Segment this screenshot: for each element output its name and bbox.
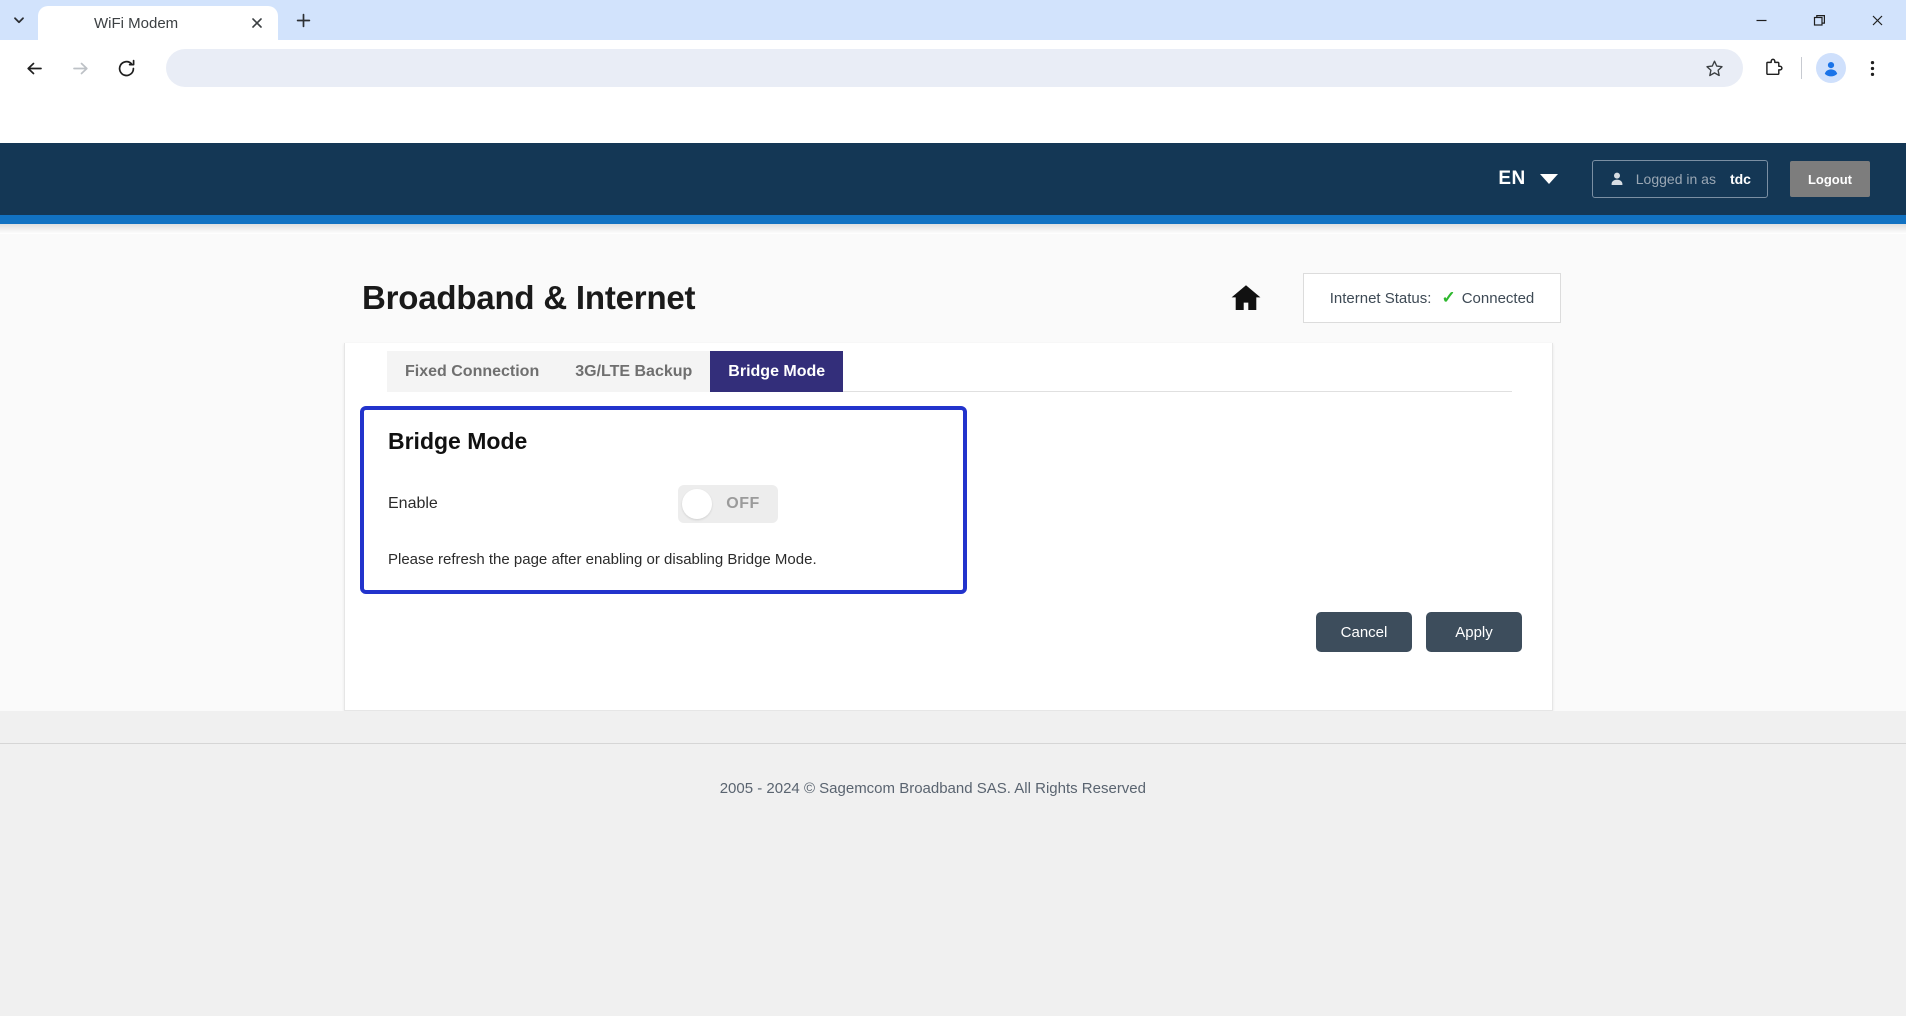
check-icon: ✓ bbox=[1441, 288, 1456, 307]
internet-status-label: Internet Status: bbox=[1329, 289, 1432, 307]
browser-tab-title: WiFi Modem bbox=[94, 14, 179, 32]
bridge-mode-note: Please refresh the page after enabling o… bbox=[388, 551, 817, 568]
language-selector[interactable]: EN bbox=[1498, 168, 1558, 190]
footer-copyright: 2005 - 2024 © Sagemcom Broadband SAS. Al… bbox=[719, 780, 1146, 797]
caret-down-icon bbox=[1539, 174, 1558, 184]
tab-fixed-connection[interactable]: Fixed Connection bbox=[387, 351, 558, 392]
router-app-header: EN Logged in as tdc Logout bbox=[0, 143, 1906, 215]
tab-3g-lte-backup[interactable]: 3G/LTE Backup bbox=[557, 351, 711, 392]
enable-row: Enable OFF bbox=[388, 483, 937, 525]
page-footer: 2005 - 2024 © Sagemcom Broadband SAS. Al… bbox=[0, 711, 1906, 1016]
bridge-mode-panel: Bridge Mode Enable OFF Please refresh th… bbox=[360, 406, 967, 594]
address-bar[interactable] bbox=[166, 49, 1743, 87]
toolbar-divider bbox=[1801, 57, 1802, 79]
header-accent-bar bbox=[0, 215, 1906, 224]
star-icon[interactable] bbox=[1701, 55, 1727, 81]
browser-window: WiFi Modem EN Logged in as tdc Logout Br… bbox=[0, 0, 1906, 1016]
puzzle-piece-icon[interactable] bbox=[1753, 48, 1793, 88]
reload-icon[interactable] bbox=[106, 48, 146, 88]
toggle-state-label: OFF bbox=[726, 495, 760, 512]
page-body: Broadband & Internet Internet Status: ✓ … bbox=[0, 234, 1906, 1016]
logout-button[interactable]: Logout bbox=[1789, 161, 1870, 197]
logged-in-username: tdc bbox=[1729, 171, 1751, 187]
language-label: EN bbox=[1498, 168, 1526, 189]
logged-in-label: Logged in as bbox=[1635, 171, 1716, 187]
plus-icon[interactable] bbox=[286, 3, 320, 37]
bridge-mode-toggle[interactable]: OFF bbox=[678, 485, 778, 523]
browser-toolbar bbox=[0, 40, 1906, 96]
tab-bridge-mode[interactable]: Bridge Mode bbox=[710, 351, 844, 392]
browser-tab[interactable]: WiFi Modem bbox=[38, 6, 278, 40]
browser-tab-strip: WiFi Modem bbox=[0, 0, 1906, 40]
favicon-icon bbox=[54, 15, 70, 31]
tab-bar: Fixed Connection 3G/LTE Backup Bridge Mo… bbox=[345, 343, 1552, 392]
internet-status-box: Internet Status: ✓ Connected bbox=[1303, 273, 1561, 323]
back-arrow-icon[interactable] bbox=[14, 48, 54, 88]
page-title-row: Broadband & Internet Internet Status: ✓ … bbox=[0, 234, 1906, 330]
minimize-icon[interactable] bbox=[1732, 0, 1790, 40]
restore-icon[interactable] bbox=[1790, 0, 1848, 40]
close-icon[interactable] bbox=[246, 12, 268, 34]
header-shadow bbox=[0, 224, 1906, 234]
apply-button[interactable]: Apply bbox=[1426, 612, 1522, 652]
page-viewport: EN Logged in as tdc Logout Broadband & I… bbox=[0, 96, 1906, 1016]
window-controls bbox=[1732, 0, 1906, 40]
content-card: Fixed Connection 3G/LTE Backup Bridge Mo… bbox=[344, 343, 1553, 711]
page-top-spacer bbox=[0, 96, 1906, 143]
chevron-down-icon[interactable] bbox=[2, 3, 36, 37]
close-icon[interactable] bbox=[1848, 0, 1906, 40]
home-icon[interactable] bbox=[1229, 281, 1263, 315]
action-buttons: Cancel Apply bbox=[345, 612, 1552, 652]
page-title: Broadband & Internet bbox=[362, 279, 696, 316]
three-dot-menu-icon[interactable] bbox=[1852, 48, 1892, 88]
logged-in-indicator: Logged in as tdc bbox=[1591, 160, 1768, 198]
enable-label: Enable bbox=[388, 495, 438, 512]
bridge-mode-heading: Bridge Mode bbox=[388, 428, 528, 454]
toggle-knob bbox=[682, 489, 712, 519]
avatar-icon[interactable] bbox=[1816, 53, 1846, 83]
person-icon bbox=[1609, 171, 1625, 187]
cancel-button[interactable]: Cancel bbox=[1316, 612, 1412, 652]
forward-arrow-icon[interactable] bbox=[60, 48, 100, 88]
internet-status-value: Connected bbox=[1461, 289, 1535, 307]
